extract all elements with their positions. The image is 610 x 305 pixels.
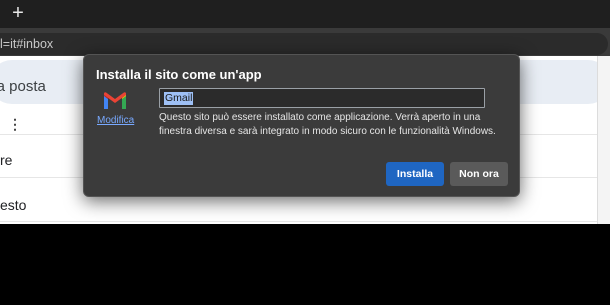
more-options-icon[interactable]: ⋮ — [8, 116, 22, 132]
mail-row-label[interactable]: re — [0, 152, 12, 168]
gmail-logo-icon — [104, 92, 126, 109]
modify-icon-link[interactable]: Modifica — [97, 115, 134, 126]
new-tab-button[interactable]: + — [8, 2, 28, 24]
app-name-input[interactable]: Gmail — [159, 88, 485, 108]
dialog-title: Installa il sito come un'app — [96, 67, 262, 82]
dialog-description: Questo sito può essere installato come a… — [159, 112, 496, 137]
install-app-dialog: Installa il sito come un'app Modifica Gm… — [83, 54, 520, 197]
not-now-button[interactable]: Non ora — [450, 162, 508, 186]
page-scrollbar[interactable] — [597, 56, 610, 224]
mail-row-label[interactable]: esto — [0, 197, 26, 213]
divider — [0, 221, 610, 222]
search-placeholder: lla posta — [0, 78, 46, 95]
install-button[interactable]: Installa — [386, 162, 444, 186]
screen: + l=it#inbox lla posta ⋮ re esto Install… — [0, 0, 610, 305]
app-name-selected-text: Gmail — [164, 92, 194, 105]
address-bar[interactable]: l=it#inbox — [0, 33, 608, 55]
tab-strip: + — [0, 0, 610, 28]
